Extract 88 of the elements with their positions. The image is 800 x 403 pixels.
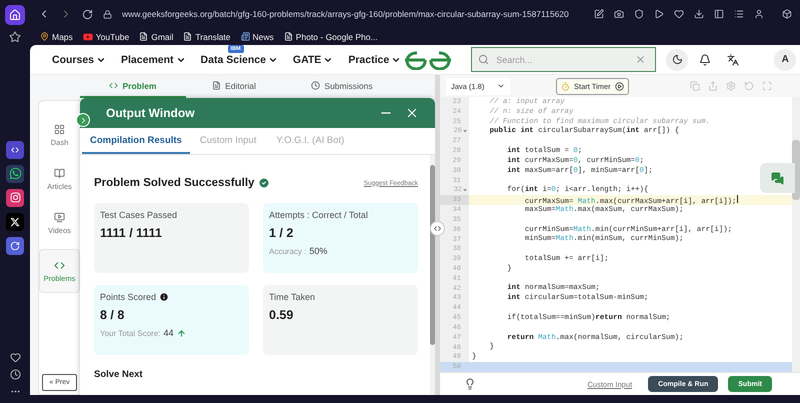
map-pin-icon (40, 32, 49, 41)
timer-icon (561, 82, 570, 90)
x-logo-icon (10, 216, 20, 226)
instagram-icon[interactable] (6, 188, 24, 206)
check-icon (258, 177, 270, 189)
bookmark[interactable]: Gmail (139, 32, 174, 42)
camera-icon (10, 192, 20, 203)
note-value: 50% (309, 246, 328, 256)
play-icon[interactable] (654, 9, 664, 19)
chat-icon (771, 172, 784, 184)
card-label: Points Scored (100, 292, 156, 302)
card-value: 1 / 2 (269, 226, 294, 240)
home-icon[interactable] (9, 9, 21, 21)
grid-icon (54, 124, 65, 134)
profile-icon[interactable] (754, 9, 764, 19)
bookmark[interactable]: Translate (183, 32, 231, 42)
code-arrows-icon (10, 144, 20, 154)
url-text[interactable]: www.geeksforgeeks.org/batch/gfg-160-problems/track/arrays-gfg-160/problem/max-circular-subarray-sum-1587115620 (122, 9, 584, 19)
window-title: Output Window (106, 106, 196, 120)
nav-menu-item[interactable]: Practice (348, 54, 402, 66)
problem-tab[interactable]: Submissions (282, 75, 402, 98)
clock-icon (311, 81, 320, 90)
heart-icon[interactable] (674, 9, 684, 19)
heart-icon[interactable] (10, 352, 20, 363)
box-icon[interactable] (782, 9, 792, 19)
theme-toggle-button[interactable] (666, 48, 688, 70)
bookmark[interactable]: Maps (40, 32, 73, 42)
bookmark[interactable]: YouTube (82, 32, 130, 42)
card-label: Test Cases Passed (100, 210, 178, 220)
chat-button[interactable] (760, 163, 795, 193)
video-play-icon (82, 32, 93, 42)
whatsapp-icon[interactable] (6, 164, 24, 182)
text-cursor (737, 194, 738, 203)
card-value: 1111 / 1111 (100, 226, 163, 240)
search-field[interactable]: Search... (471, 47, 656, 72)
status-heading: Problem Solved Successfully (94, 177, 254, 189)
chevron-down-icon (497, 82, 505, 90)
section-heading: Solve Next (94, 369, 144, 380)
note-label: Your Total Score: (100, 328, 160, 338)
card-label: Attempts : Correct / Total (269, 210, 368, 220)
newspaper-icon (240, 32, 250, 41)
home-button[interactable] (5, 5, 25, 25)
card-label: Time Taken (269, 292, 316, 302)
nav-menu-item[interactable]: GATE (292, 54, 334, 66)
avatar[interactable]: A (774, 48, 796, 70)
page-icon (284, 32, 293, 41)
bookmark[interactable]: News (240, 32, 274, 42)
camera-icon[interactable] (614, 9, 624, 19)
video-icon (54, 212, 65, 222)
sidebar-icon[interactable] (714, 9, 724, 19)
shield-icon[interactable] (634, 9, 644, 19)
resize-arrows-icon (433, 224, 442, 233)
close-icon[interactable] (405, 106, 419, 120)
code-icon (109, 81, 118, 90)
page-icon (139, 32, 148, 41)
bookmark[interactable]: Photo - Google Pho... (284, 32, 378, 42)
card-value: 0.59 (269, 308, 294, 322)
x-icon[interactable] (6, 212, 24, 230)
document-icon (212, 81, 222, 90)
card-value: 8 / 8 (100, 308, 126, 322)
star-icon[interactable] (9, 31, 21, 43)
page-icon (183, 32, 192, 41)
edit-icon[interactable] (594, 9, 604, 19)
circle-arrow-icon (10, 240, 20, 250)
note-value: 44 (163, 328, 174, 338)
code-editor[interactable] (440, 97, 800, 372)
translate-icon[interactable] (727, 54, 740, 66)
nav-menu-item[interactable]: Placement (121, 54, 186, 66)
notification-icon[interactable] (699, 54, 712, 66)
list-icon[interactable] (734, 9, 744, 19)
lightbulb-icon[interactable] (464, 378, 476, 390)
lock-icon (103, 10, 112, 18)
clock-icon[interactable] (10, 369, 20, 380)
download-icon[interactable] (694, 9, 704, 19)
app-icon[interactable] (6, 236, 24, 254)
app-icon[interactable] (6, 140, 24, 158)
info-icon[interactable] (159, 292, 170, 302)
search-icon (478, 54, 490, 65)
output-tab[interactable]: Compilation Results (82, 128, 190, 154)
play-circle-icon (614, 82, 624, 90)
problem-tab[interactable]: Editorial (186, 75, 282, 98)
code-icon (54, 260, 65, 270)
chat-bubble-icon (8, 167, 22, 180)
book-icon (54, 168, 65, 178)
reload-icon[interactable] (82, 8, 93, 20)
note-label: Accuracy : (269, 246, 306, 256)
moon-icon (672, 54, 683, 65)
nav-menu-item[interactable]: Courses (52, 54, 106, 66)
